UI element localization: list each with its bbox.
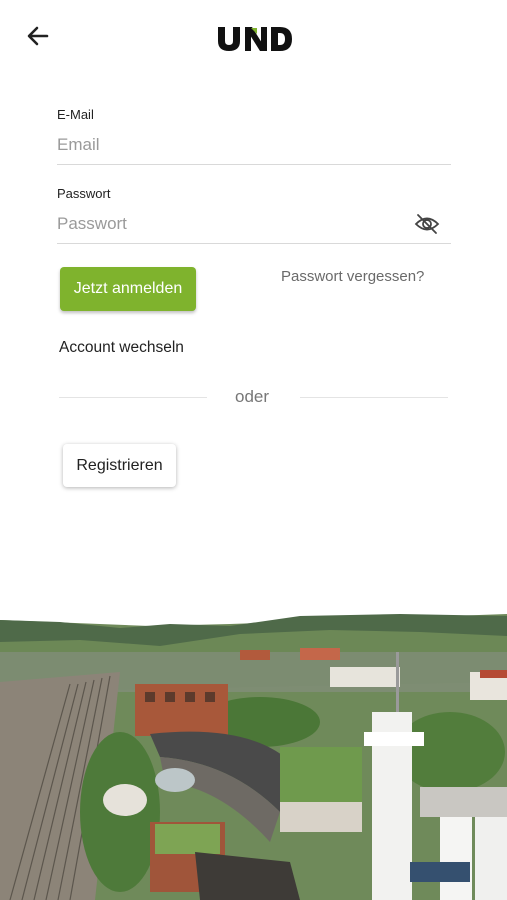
email-underline — [57, 164, 451, 165]
password-visibility-toggle[interactable] — [413, 212, 441, 236]
aerial-photo-campus — [0, 612, 507, 900]
divider-left — [59, 397, 207, 398]
divider-or-label: oder — [235, 387, 270, 406]
switch-account-link[interactable]: Account wechseln — [59, 339, 184, 357]
eye-off-icon — [414, 214, 440, 234]
password-label: Passwort — [57, 186, 111, 201]
email-field[interactable] — [57, 131, 451, 159]
und-logo — [218, 27, 292, 51]
password-underline — [57, 243, 451, 244]
email-label: E-Mail — [57, 107, 94, 122]
arrow-left-icon — [27, 26, 49, 46]
divider-right — [300, 397, 448, 398]
forgot-password-link[interactable]: Passwort vergessen? — [281, 268, 424, 285]
register-button[interactable]: Registrieren — [63, 444, 176, 487]
password-field[interactable] — [57, 210, 407, 238]
back-button[interactable] — [22, 22, 54, 50]
login-button[interactable]: Jetzt anmelden — [60, 267, 196, 311]
